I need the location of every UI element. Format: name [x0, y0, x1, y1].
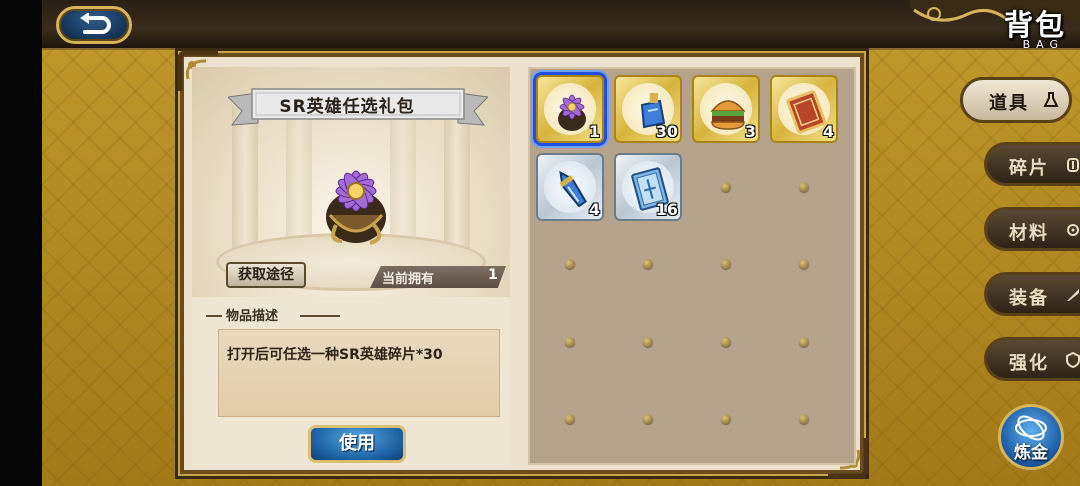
- divider: [300, 315, 340, 317]
- pillar: [232, 107, 258, 257]
- game-screen: 背包 BAG SR英雄任选礼包 获取途径 当前拥有 1 物品描述 打开后可任选一…: [0, 0, 1080, 486]
- tab-label: 强化: [1009, 353, 1049, 374]
- tab-label: 装备: [1009, 288, 1049, 309]
- shard-icon: [1067, 158, 1079, 172]
- item-quantity: 4: [588, 199, 600, 219]
- screen-edge: [0, 0, 42, 486]
- inventory-slot[interactable]: 4: [768, 73, 840, 145]
- description-text: 打开后可任选一种SR英雄碎片*30: [227, 347, 443, 363]
- empty-slot: [768, 228, 840, 300]
- item-detail: SR英雄任选礼包 获取途径 当前拥有 1 物品描述 打开后可任选一种SR英雄碎片…: [192, 67, 510, 465]
- owned-label: 当前拥有: [382, 272, 435, 287]
- inventory-item[interactable]: 3: [692, 75, 760, 143]
- inventory-item[interactable]: 16: [614, 152, 682, 221]
- tab-label: 碎片: [1009, 158, 1049, 179]
- empty-slot: [534, 306, 606, 378]
- empty-slot: [534, 383, 606, 455]
- slot-peg: [721, 336, 731, 347]
- inventory-item[interactable]: 30: [614, 75, 682, 143]
- bag-panel: SR英雄任选礼包 获取途径 当前拥有 1 物品描述 打开后可任选一种SR英雄碎片…: [177, 50, 869, 479]
- item-quantity: 16: [655, 199, 678, 219]
- owned-count: 1: [488, 267, 498, 283]
- tab-shards[interactable]: 碎片: [984, 142, 1080, 186]
- back-button[interactable]: [56, 6, 132, 44]
- slot-peg: [799, 414, 809, 424]
- empty-slot: [612, 383, 684, 455]
- inventory-item[interactable]: 1: [536, 75, 604, 143]
- slot-peg: [799, 259, 809, 269]
- slot-peg: [643, 414, 653, 424]
- pillar: [444, 107, 470, 257]
- alchemy-label: 炼金: [1014, 443, 1048, 463]
- slot-peg: [565, 336, 575, 347]
- empty-slot: [534, 228, 606, 300]
- inventory-slot[interactable]: 1: [534, 73, 606, 145]
- tab-materials[interactable]: 材料: [984, 207, 1080, 251]
- inventory-slot[interactable]: 4: [534, 151, 606, 223]
- tab-equipment[interactable]: 装备: [984, 272, 1080, 316]
- inventory-grid: 1 30 3 4 4 16: [528, 67, 856, 465]
- empty-slot: [768, 383, 840, 455]
- empty-slot: [690, 306, 762, 378]
- item-quantity: 1: [588, 122, 600, 141]
- empty-slot: [690, 228, 762, 300]
- source-button[interactable]: 获取途径: [226, 262, 306, 288]
- slot-peg: [799, 181, 809, 192]
- slot-peg: [721, 414, 731, 424]
- slot-peg: [799, 336, 809, 347]
- inventory-item[interactable]: 4: [536, 152, 604, 221]
- description-title: 物品描述: [226, 309, 279, 324]
- slot-peg: [721, 181, 731, 192]
- divider: [206, 315, 222, 317]
- gear-icon: [1067, 224, 1079, 236]
- description-box: 打开后可任选一种SR英雄碎片*30: [218, 329, 500, 417]
- slot-peg: [565, 414, 575, 424]
- use-button[interactable]: 使用: [308, 425, 406, 463]
- item-quantity: 3: [744, 122, 756, 141]
- inventory-slot[interactable]: 16: [612, 151, 684, 223]
- slot-peg: [643, 259, 653, 269]
- inventory-item[interactable]: 4: [770, 75, 838, 143]
- tab-enhance[interactable]: 强化: [984, 337, 1080, 381]
- item-quantity: 30: [655, 122, 678, 141]
- empty-slot: [768, 306, 840, 378]
- back-arrow-icon: [80, 13, 111, 34]
- sr-hero-pack-icon: [326, 170, 386, 245]
- inventory-slot[interactable]: 3: [690, 73, 762, 145]
- weapon-icon: [1067, 289, 1079, 301]
- inventory-slot[interactable]: 30: [612, 73, 684, 145]
- tab-label: 道具: [989, 93, 1029, 114]
- flask-icon: [1043, 92, 1059, 107]
- empty-slot: [690, 151, 762, 223]
- item-quantity: 4: [822, 122, 834, 141]
- empty-slot: [690, 383, 762, 455]
- tab-label: 材料: [1009, 223, 1049, 244]
- tab-items[interactable]: 道具: [960, 77, 1072, 123]
- empty-slot: [612, 228, 684, 300]
- shield-icon: [1066, 352, 1080, 368]
- empty-slot: [612, 306, 684, 378]
- slot-peg: [565, 259, 575, 269]
- item-name: SR英雄任选礼包: [279, 97, 415, 117]
- alchemy-button[interactable]: 炼金: [998, 404, 1064, 470]
- page-subtitle: BAG: [1022, 38, 1064, 51]
- slot-peg: [643, 336, 653, 347]
- slot-peg: [721, 259, 731, 269]
- empty-slot: [768, 151, 840, 223]
